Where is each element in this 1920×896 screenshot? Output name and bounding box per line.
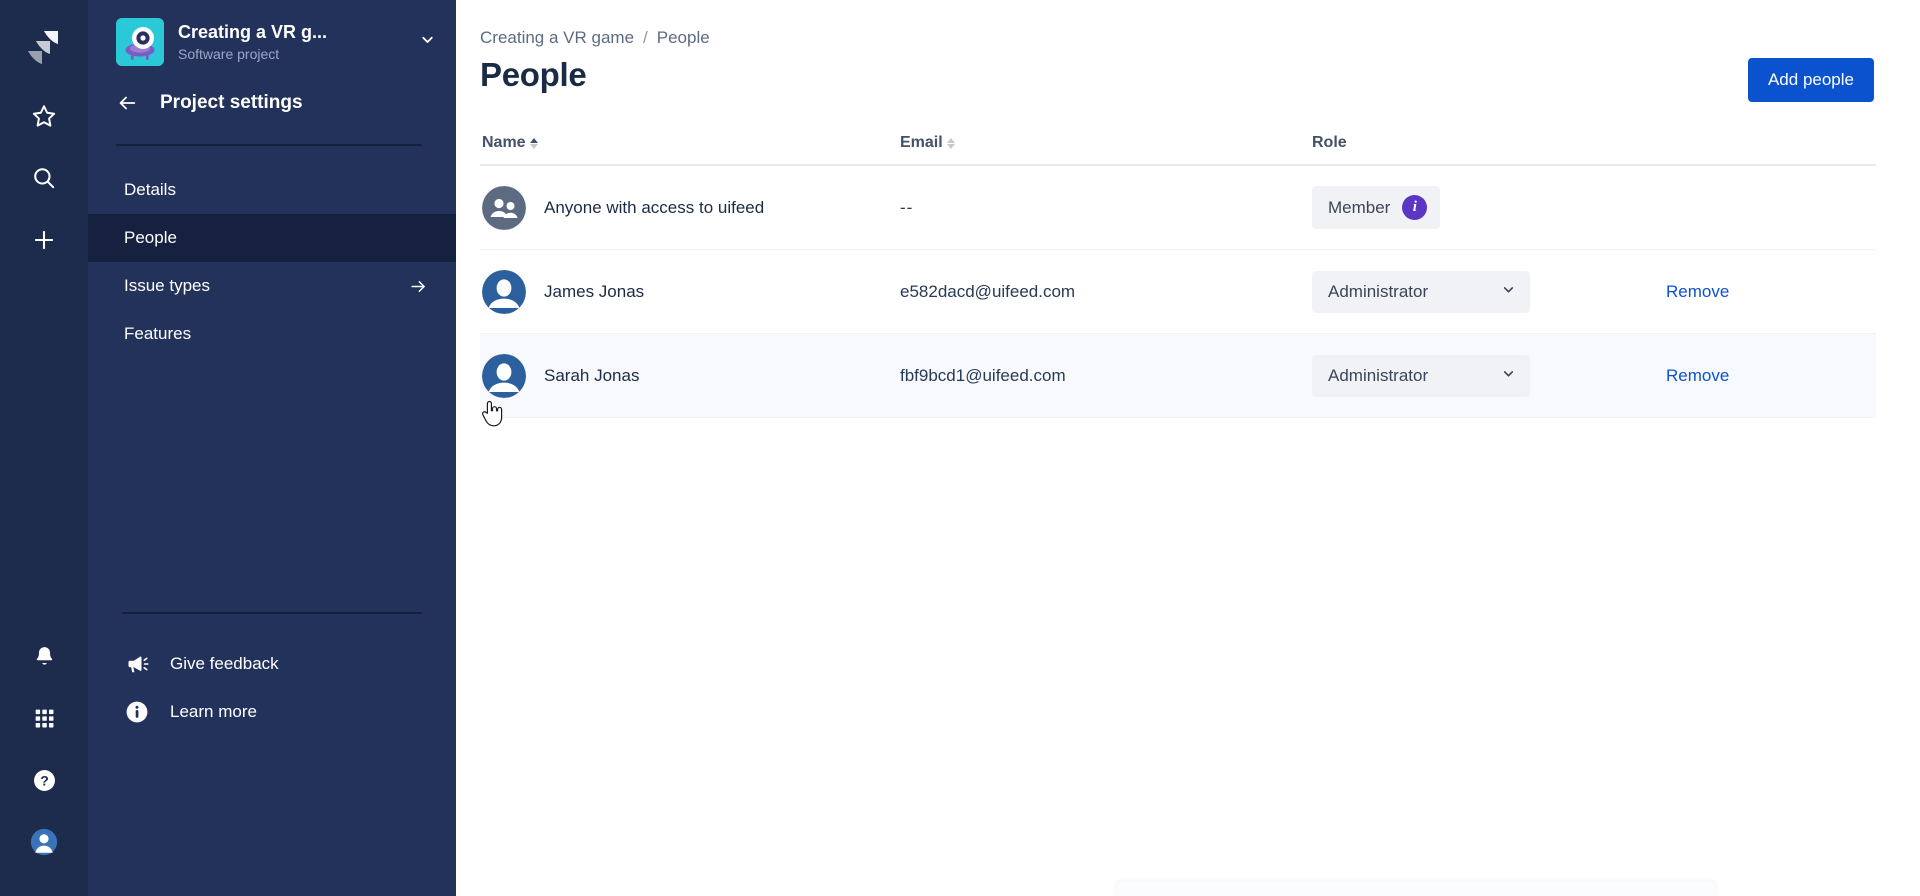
cell-name: Sarah Jonas	[480, 353, 900, 398]
project-sidebar: Creating a VR g... Software project Proj…	[88, 0, 456, 896]
breadcrumb: Creating a VR game / People	[480, 28, 1876, 48]
breadcrumb-separator: /	[643, 28, 648, 47]
cell-actions: Remove	[1582, 282, 1876, 302]
role-value: Administrator	[1328, 281, 1429, 301]
cell-role: Member i	[1312, 186, 1582, 229]
apps-grid-icon[interactable]	[22, 696, 66, 740]
settings-nav-list: Details People Issue types Features	[88, 166, 456, 358]
user-avatar-icon[interactable]	[22, 820, 66, 864]
bottom-partial-card	[1116, 882, 1716, 896]
table-row[interactable]: James Jonas e582dacd@uifeed.com Administ…	[480, 250, 1876, 334]
learn-more-label: Learn more	[170, 702, 257, 721]
column-header-name-label: Name	[482, 134, 526, 151]
sidebar-item-issue-types[interactable]: Issue types	[88, 262, 456, 310]
role-dropdown[interactable]: Administrator	[1312, 354, 1530, 397]
rail-bottom-group: ?	[22, 634, 66, 896]
person-name: Sarah Jonas	[544, 365, 640, 385]
sort-ascending-icon	[529, 137, 538, 149]
sidebar-item-details[interactable]: Details	[88, 166, 456, 214]
star-icon[interactable]	[22, 94, 66, 138]
sidebar-item-label: Issue types	[124, 276, 210, 295]
column-header-name[interactable]: Name	[480, 134, 900, 152]
column-header-role: Role	[1312, 134, 1582, 152]
project-settings-title: Project settings	[160, 92, 303, 113]
cell-email: --	[900, 198, 1312, 218]
cell-actions: Remove	[1582, 366, 1876, 386]
arrow-right-icon	[409, 277, 428, 296]
ufo-project-avatar	[116, 18, 164, 66]
cell-role: Administrator	[1312, 270, 1582, 313]
plus-icon[interactable]	[22, 218, 66, 262]
project-name: Creating a VR g...	[178, 21, 328, 42]
search-icon[interactable]	[22, 156, 66, 200]
sidebar-item-label: Features	[124, 324, 192, 343]
sort-none-icon	[946, 137, 955, 149]
remove-link[interactable]: Remove	[1582, 366, 1729, 385]
column-header-role-label: Role	[1312, 134, 1347, 151]
sidebar-divider-bottom	[122, 612, 422, 614]
person-name: James Jonas	[544, 281, 645, 301]
global-nav-rail: ?	[0, 0, 88, 896]
email-value: --	[900, 197, 914, 217]
give-feedback-label: Give feedback	[170, 654, 279, 673]
info-circle-icon	[124, 699, 150, 725]
bell-icon[interactable]	[22, 634, 66, 678]
cell-name: James Jonas	[480, 269, 900, 314]
project-settings-header: Project settings	[88, 76, 456, 128]
info-badge-icon[interactable]: i	[1402, 195, 1428, 220]
person-avatar-icon[interactable]	[482, 269, 526, 314]
add-people-button[interactable]: Add people	[1747, 58, 1874, 102]
table-row[interactable]: Anyone with access to uifeed -- Member i	[480, 166, 1876, 250]
cell-email: fbf9bcd1@uifeed.com	[900, 365, 1066, 385]
main-inner: Creating a VR game / People People Add p…	[456, 0, 1920, 418]
project-meta: Creating a VR g... Software project	[178, 21, 401, 64]
person-name: Anyone with access to uifeed	[544, 197, 765, 217]
cell-name: Anyone with access to uifeed	[480, 185, 900, 230]
jira-logo-icon[interactable]	[24, 28, 64, 68]
project-subtitle: Software project	[178, 45, 280, 62]
sidebar-item-label: People	[124, 228, 177, 247]
person-avatar-icon[interactable]	[482, 353, 526, 398]
sidebar-item-label: Details	[124, 180, 176, 199]
chevron-down-icon	[1501, 282, 1516, 302]
page-title: People	[480, 56, 587, 93]
chevron-down-icon	[1501, 366, 1516, 386]
column-header-email[interactable]: Email	[900, 134, 1312, 152]
learn-more-item[interactable]: Learn more	[88, 688, 456, 736]
people-table: Name Email Role Anyone with access to ui…	[480, 134, 1876, 418]
group-avatar-icon	[482, 185, 526, 230]
role-badge-member: Member i	[1312, 186, 1441, 229]
chevron-down-icon[interactable]	[415, 27, 440, 57]
role-dropdown[interactable]: Administrator	[1312, 270, 1530, 313]
main-content: Creating a VR game / People People Add p…	[456, 0, 1920, 896]
help-circle-icon[interactable]: ?	[22, 758, 66, 802]
column-header-email-label: Email	[900, 134, 943, 151]
sidebar-footer: Give feedback Learn more	[88, 612, 456, 896]
breadcrumb-parent[interactable]: Creating a VR game	[480, 28, 634, 48]
role-value: Administrator	[1328, 365, 1429, 385]
role-value: Member	[1328, 197, 1391, 217]
table-header-row: Name Email Role	[480, 134, 1876, 166]
remove-link[interactable]: Remove	[1582, 282, 1729, 301]
page-title-row: People Add people	[480, 56, 1876, 102]
sidebar-item-features[interactable]: Features	[88, 310, 456, 358]
arrow-left-icon[interactable]	[116, 92, 138, 114]
project-header[interactable]: Creating a VR g... Software project	[88, 0, 456, 76]
cell-email: e582dacd@uifeed.com	[900, 281, 1076, 301]
svg-text:?: ?	[40, 772, 49, 788]
sidebar-item-people[interactable]: People	[88, 214, 456, 262]
app-root: ? Creating a VR g... Software project Pr…	[0, 0, 1920, 896]
cell-role: Administrator	[1312, 354, 1582, 397]
breadcrumb-current[interactable]: People	[657, 28, 710, 48]
give-feedback-item[interactable]: Give feedback	[88, 640, 456, 688]
table-row[interactable]: Sarah Jonas fbf9bcd1@uifeed.com Administ…	[480, 334, 1876, 418]
sidebar-divider-top	[116, 144, 422, 146]
megaphone-icon	[124, 652, 150, 676]
